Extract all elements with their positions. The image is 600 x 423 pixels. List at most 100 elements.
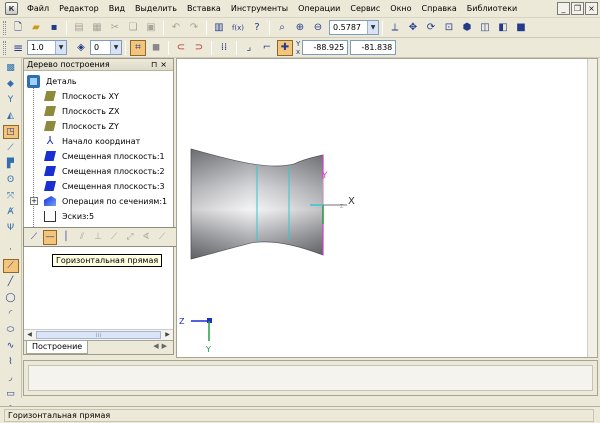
menu-libraries[interactable]: Библиотеки [462, 1, 522, 17]
ellipse-icon[interactable]: ⬭ [3, 323, 19, 337]
tree-item-offset-plane-1[interactable]: Смещенная плоскость:1 [44, 149, 165, 163]
scroll-right-icon[interactable]: ▶ [162, 330, 173, 340]
zoom-in-icon[interactable]: ⊕ [292, 20, 308, 36]
redo-icon[interactable]: ↷ [186, 20, 202, 36]
properties-icon[interactable]: ▥ [211, 20, 227, 36]
undo-icon[interactable]: ↶ [168, 20, 184, 36]
local-snap-icon[interactable]: ⊃ [191, 40, 207, 56]
print-icon[interactable]: ▤ [71, 20, 87, 36]
scroll-left-icon[interactable]: ◀ [24, 330, 35, 340]
coord-y-field[interactable]: -81.838 [350, 40, 397, 55]
tree-item-plane-zy[interactable]: Плоскость ZY [44, 119, 119, 133]
zoom-all-icon[interactable]: ⊡ [441, 20, 457, 36]
menu-operations[interactable]: Операции [293, 1, 345, 17]
line-tool-icon[interactable]: ⟋ [2, 259, 19, 273]
constraints-panel-icon[interactable]: Y [3, 93, 19, 107]
menu-file[interactable]: Файл [22, 1, 54, 17]
menu-view[interactable]: Вид [104, 1, 130, 17]
chevron-down-icon[interactable]: ▼ [110, 41, 121, 54]
line-two-points-icon[interactable]: ⟋ [27, 230, 41, 245]
point-icon[interactable]: · [3, 243, 19, 257]
coord-x-field[interactable]: -88.925 [302, 40, 349, 55]
reports-icon[interactable]: ⤧ [3, 189, 19, 203]
chevron-down-icon[interactable]: ▼ [55, 41, 66, 54]
toolbar-grip[interactable] [3, 40, 6, 55]
help-pointer-icon[interactable]: ? [249, 20, 265, 36]
tree-item-root[interactable]: Деталь [27, 74, 77, 88]
angle-icon[interactable]: ⌐ [259, 40, 275, 56]
tree-item-sketch-5[interactable]: Эскиз:5 [44, 209, 94, 223]
app-icon[interactable]: К [5, 2, 18, 15]
parallel-line-icon[interactable]: ⫽ [75, 230, 89, 245]
property-panel-area[interactable] [28, 365, 593, 391]
save-icon[interactable]: ▪ [46, 20, 62, 36]
sketch-mode-icon[interactable]: ⌗ [130, 39, 146, 56]
geometry-panel-icon[interactable]: ▩ [3, 61, 19, 75]
line-width-combo[interactable]: 1.0 ▼ [27, 40, 67, 55]
close-button[interactable]: × [585, 2, 598, 15]
menu-service[interactable]: Сервис [345, 1, 385, 17]
tree-item-origin[interactable]: ⅄ Начало координат [44, 134, 141, 148]
edit-panel-icon[interactable]: ◭ [3, 109, 19, 123]
tab-next-icon[interactable]: ▶ [162, 342, 170, 350]
close-icon[interactable]: × [160, 60, 170, 69]
rectangle-icon[interactable]: ▭ [3, 387, 19, 401]
fillet-icon[interactable]: ◞ [3, 371, 19, 385]
toolbar-grip[interactable] [3, 20, 6, 35]
layer-combo[interactable]: 0 ▼ [90, 40, 122, 55]
horizontal-line-icon[interactable]: — [43, 229, 57, 245]
measure-icon[interactable]: ⟋ [3, 141, 19, 155]
ortho-icon[interactable]: ⌟ [241, 40, 257, 56]
line-angle-icon[interactable]: ⟋ [155, 230, 169, 245]
wireframe-icon[interactable]: ◫ [477, 20, 493, 36]
model-viewport[interactable]: X Y Z Z Y [176, 58, 598, 358]
tree-horizontal-scrollbar[interactable]: ◀ ⁞⁞⁞ ▶ [24, 329, 173, 340]
tree-item-plane-zx[interactable]: Плоскость ZX [44, 104, 119, 118]
tree-item-loft-operation[interactable]: + Операция по сечениям:1 [30, 194, 167, 208]
viewport-vertical-scrollbar[interactable] [587, 59, 597, 357]
chevron-down-icon[interactable]: ▼ [367, 21, 378, 34]
tangent-two-curves-icon[interactable]: ⤢ [123, 230, 137, 245]
pin-icon[interactable]: ⊓ [151, 60, 160, 69]
snap-magnet-icon[interactable]: ⊂ [173, 40, 189, 56]
parametrize-icon[interactable]: Ψ [3, 221, 19, 235]
polyline-icon[interactable]: ⌇ [3, 355, 19, 369]
tree-item-offset-plane-3[interactable]: Смещенная плоскость:3 [44, 179, 165, 193]
move-icon[interactable]: ✥ [405, 20, 421, 36]
menu-tools[interactable]: Инструменты [226, 1, 293, 17]
view-orient-icon[interactable]: ⬢ [459, 20, 475, 36]
tree-item-plane-xy[interactable]: Плоскость XY [44, 89, 119, 103]
perpendicular-line-icon[interactable]: ⊥ [91, 230, 105, 245]
menu-insert[interactable]: Вставка [182, 1, 226, 17]
bisector-icon[interactable]: ∢ [139, 230, 153, 245]
tab-prev-icon[interactable]: ◀ [153, 342, 161, 350]
preview-icon[interactable]: ▦ [89, 20, 105, 36]
spec-icon[interactable]: ʘ [3, 173, 19, 187]
line-style-icon[interactable]: ≡ [10, 40, 26, 56]
select-icon[interactable]: ▛ [3, 157, 19, 171]
menu-editor[interactable]: Редактор [54, 1, 104, 17]
scroll-thumb[interactable]: ⁞⁞⁞ [36, 331, 161, 339]
tangent-line-icon[interactable]: ⟋ [107, 230, 121, 245]
zoom-scale-combo[interactable]: 0.5787 ▼ [329, 20, 379, 35]
restore-button[interactable]: ❐ [571, 2, 584, 15]
copy-icon[interactable]: ❏ [125, 20, 141, 36]
minimize-button[interactable]: _ [557, 2, 570, 15]
shaded-icon[interactable]: ◧ [495, 20, 511, 36]
zoom-window-icon[interactable]: ⌕ [274, 20, 290, 36]
menu-window[interactable]: Окно [385, 1, 416, 17]
operation-icon[interactable]: ◼ [148, 40, 164, 56]
menu-help[interactable]: Справка [417, 1, 462, 17]
spline-icon[interactable]: ∿ [3, 339, 19, 353]
rotate-icon[interactable]: ⟳ [423, 20, 439, 36]
dimensions-panel-icon[interactable]: ◆ [3, 77, 19, 91]
vertical-line-icon[interactable]: │ [59, 230, 73, 245]
cursor-coords-icon[interactable]: ✚ [277, 39, 293, 56]
shaded-edges-icon[interactable]: ■ [513, 20, 529, 36]
grid-icon[interactable]: ⁞⁞ [216, 40, 232, 56]
layers-icon[interactable]: ◈ [73, 40, 89, 56]
zoom-out-icon[interactable]: ⊖ [310, 20, 326, 36]
tab-build[interactable]: Построение [26, 341, 89, 354]
paste-icon[interactable]: ▣ [143, 20, 159, 36]
menu-select[interactable]: Выделить [130, 1, 182, 17]
